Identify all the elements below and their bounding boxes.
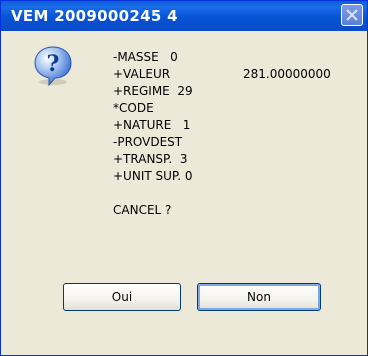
svg-text:?: ? xyxy=(47,51,60,77)
window-title: VEM 2009000245 4 xyxy=(11,7,178,25)
message-line: -PROVDEST xyxy=(113,135,183,149)
dialog-window: VEM 2009000245 4 ? -MASSE 0 +VALEUR 281.0… xyxy=(0,0,368,356)
yes-button[interactable]: Oui xyxy=(63,283,181,311)
message-text: -MASSE 0 +VALEUR 281.00000000 +REGIME 29 … xyxy=(113,49,363,219)
message-line: +VALEUR 281.00000000 xyxy=(113,67,331,81)
message-line: +REGIME 29 xyxy=(113,84,193,98)
message-line: CANCEL ? xyxy=(113,203,172,217)
close-button[interactable] xyxy=(341,4,363,26)
close-icon xyxy=(346,9,358,21)
message-line: +UNIT SUP. 0 xyxy=(113,169,193,183)
question-icon: ? xyxy=(34,46,72,87)
message-line: -MASSE 0 xyxy=(113,50,178,64)
message-line xyxy=(113,185,363,202)
message-line: *CODE xyxy=(113,101,154,115)
no-button[interactable]: Non xyxy=(197,283,321,311)
title-bar[interactable]: VEM 2009000245 4 xyxy=(1,1,367,31)
message-line: +TRANSP. 3 xyxy=(113,152,188,166)
message-line: +NATURE 1 xyxy=(113,118,191,132)
